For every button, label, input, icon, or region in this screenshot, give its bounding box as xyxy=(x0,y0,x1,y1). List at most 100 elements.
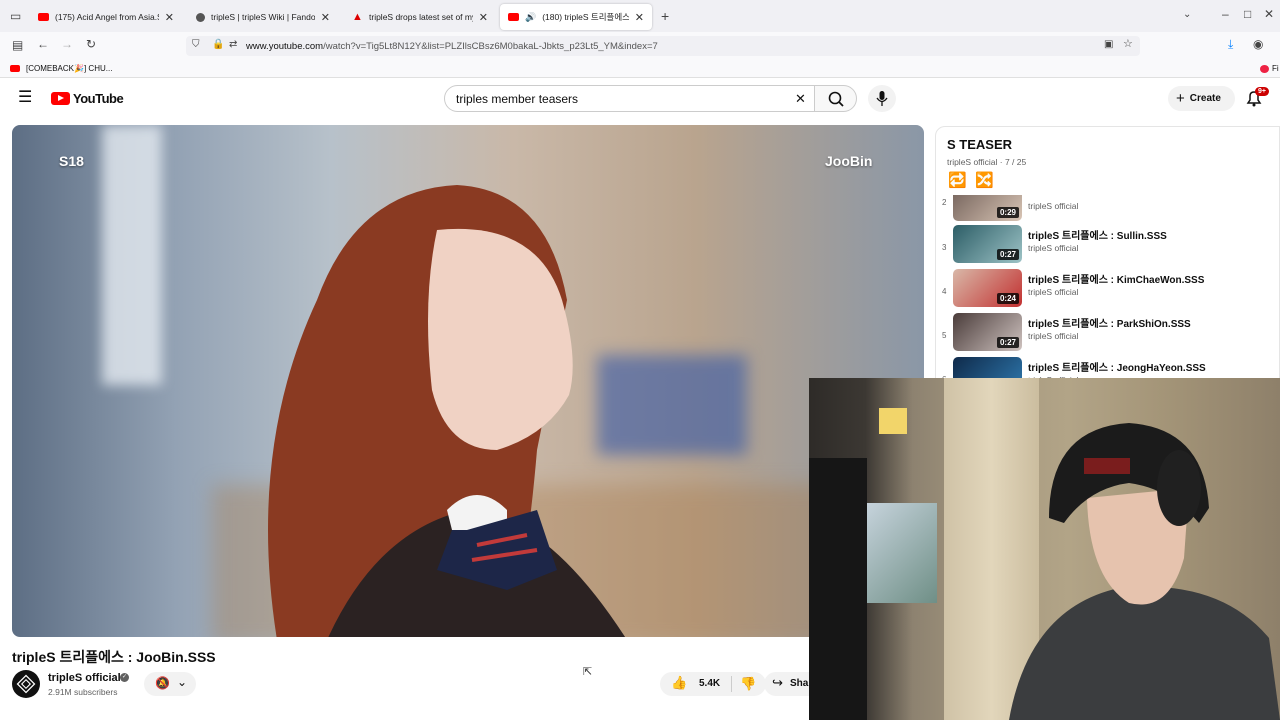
tab-title: (180) tripleS 트리플에스 : Jo xyxy=(542,12,629,22)
playlist-item-channel: tripleS official xyxy=(1028,243,1079,253)
fandom-favicon-icon xyxy=(196,12,205,22)
maximize-icon[interactable]: □ xyxy=(1244,8,1251,20)
playlist-item-channel: tripleS official xyxy=(1028,201,1079,211)
clear-search-icon[interactable]: ✕ xyxy=(795,92,806,105)
playlist-item-channel: tripleS official xyxy=(1028,331,1079,341)
divider xyxy=(731,676,732,692)
shield-icon[interactable]: ⛉ xyxy=(192,40,200,50)
playlist-item-index: 5 xyxy=(942,331,947,340)
playlist-item-thumbnail: 0:24 xyxy=(953,269,1022,307)
create-button[interactable]: + Create xyxy=(1168,86,1235,111)
playlist-panel: S TEASER tripleS official · 7 / 25 🔁 🔀 2… xyxy=(935,126,1280,386)
bookmark-star-icon[interactable]: ☆ xyxy=(1123,39,1133,50)
search-input[interactable]: triples member teasers ✕ xyxy=(444,85,815,112)
tab-title: tripleS drops latest set of myste xyxy=(369,12,473,22)
bookmarks-bar: [COMEBACK🎉] CHU... Fi xyxy=(0,60,1280,78)
video-player[interactable]: S18 JooBin xyxy=(12,125,924,637)
youtube-logo[interactable]: YouTube xyxy=(51,90,124,106)
back-icon[interactable]: ← xyxy=(37,38,49,50)
search-button[interactable] xyxy=(814,85,857,112)
channel-row: tripleS official ✓ 2.91M subscribers 🔕 ⌄… xyxy=(12,670,824,700)
search-input-value: triples member teasers xyxy=(456,91,579,106)
playlist-item-thumbnail: 0:29 xyxy=(953,195,1022,221)
share-icon: ↪ xyxy=(772,675,783,690)
bookmark-favicon-icon xyxy=(1260,65,1269,73)
duration-badge: 0:24 xyxy=(996,293,1019,304)
speaker-icon[interactable]: 🔊 xyxy=(525,12,536,23)
tab-overview-icon[interactable]: ▭ xyxy=(10,10,21,22)
video-title: tripleS 트리플에스 : JooBin.SSS xyxy=(12,649,216,665)
verified-icon: ✓ xyxy=(120,673,129,682)
playlist-item-channel: tripleS official xyxy=(1028,287,1079,297)
url-host: www.youtube.com xyxy=(246,40,324,52)
background-light xyxy=(102,125,162,385)
tab-close-icon[interactable]: ✕ xyxy=(321,11,330,24)
chevron-down-icon[interactable]: ⌄ xyxy=(1183,10,1191,20)
tab-close-icon[interactable]: ✕ xyxy=(479,11,488,24)
youtube-logo-text: YouTube xyxy=(73,90,124,106)
shuffle-icon[interactable]: 🔀 xyxy=(975,173,994,188)
sidebar-icon[interactable]: ▤ xyxy=(12,39,23,51)
playlist-item-title: tripleS 트리플에스 : JeongHaYeon.SSS xyxy=(1028,363,1206,374)
loop-icon[interactable]: 🔁 xyxy=(948,173,967,188)
mouse-cursor-icon: ⇱ xyxy=(583,666,593,678)
lock-icon[interactable]: 🔒 xyxy=(212,40,224,50)
browser-tab-2[interactable]: tripleS | tripleS Wiki | Fandom ✕ xyxy=(188,4,338,30)
voice-search-button[interactable] xyxy=(868,85,896,112)
sticky-note xyxy=(879,408,907,434)
playlist-item[interactable]: 4 0:24 tripleS 트리플에스 : KimChaeWon.SSS tr… xyxy=(936,269,1279,311)
plus-icon: + xyxy=(1176,90,1185,107)
duration-badge: 0:27 xyxy=(996,337,1019,348)
reader-view-icon[interactable]: ▣ xyxy=(1104,40,1113,50)
url-bar[interactable]: ⛉ 🔒 ⇄ www.youtube.com /watch?v=Tig5Lt8N1… xyxy=(186,36,1140,56)
notifications-button[interactable]: 9+ xyxy=(1244,87,1269,113)
dislike-icon[interactable]: 👎 xyxy=(740,677,756,690)
account-icon[interactable]: ◉ xyxy=(1253,38,1263,50)
new-tab-icon[interactable]: + xyxy=(661,9,669,23)
youtube-favicon-icon xyxy=(38,13,49,21)
playlist-item-thumbnail: 0:27 xyxy=(953,225,1022,263)
menu-icon[interactable]: ☰ xyxy=(18,90,32,106)
duration-badge: 0:27 xyxy=(996,249,1019,260)
tab-close-icon[interactable]: ✕ xyxy=(635,11,644,24)
channel-name[interactable]: tripleS official xyxy=(48,672,121,684)
playlist-item[interactable]: 2 0:29 tripleS official xyxy=(936,195,1279,221)
bookmark-item[interactable]: [COMEBACK🎉] CHU... xyxy=(26,64,112,73)
like-count[interactable]: 5.4K xyxy=(699,678,720,689)
subscribed-notifications-button[interactable]: 🔕 ⌄ xyxy=(144,672,196,696)
like-icon[interactable]: 👍 xyxy=(671,676,687,689)
notification-badge: 9+ xyxy=(1255,87,1269,96)
download-icon[interactable]: ⤓ xyxy=(1228,38,1233,50)
permissions-icon[interactable]: ⇄ xyxy=(229,40,237,50)
playlist-item-index: 4 xyxy=(942,287,947,296)
playlist-item[interactable]: 5 0:27 tripleS 트리플에스 : ParkShiOn.SSS tri… xyxy=(936,313,1279,355)
playlist-item[interactable]: 3 0:27 tripleS 트리플에스 : Sullin.SSS triple… xyxy=(936,225,1279,267)
tab-close-icon[interactable]: ✕ xyxy=(165,11,174,24)
channel-avatar[interactable] xyxy=(12,670,40,698)
browser-tab-4-active[interactable]: 🔊 (180) tripleS 트리플에스 : Jo ✕ xyxy=(500,4,652,30)
like-dislike-buttons: 👍 5.4K 👎 xyxy=(660,672,766,696)
monitor-in-room xyxy=(809,458,867,720)
microphone-icon xyxy=(876,91,888,106)
browser-tab-1[interactable]: (175) Acid Angel from Asia.SSS ✕ xyxy=(30,4,182,30)
playlist-item-thumbnail: 0:27 xyxy=(953,313,1022,351)
youtube-favicon-icon xyxy=(508,13,519,21)
playlist-item-index: 2 xyxy=(942,198,947,207)
youtube-logo-icon xyxy=(51,91,70,105)
create-label: Create xyxy=(1189,93,1221,104)
webcam-overlay xyxy=(809,378,1280,720)
poster-on-wall xyxy=(867,503,937,603)
playlist-item-index: 3 xyxy=(942,243,947,252)
tab-title: tripleS | tripleS Wiki | Fandom xyxy=(211,12,315,22)
bookmark-item-right[interactable]: Fi xyxy=(1272,64,1279,73)
forward-icon[interactable]: → xyxy=(61,38,73,50)
close-window-icon[interactable]: ✕ xyxy=(1264,8,1274,20)
browser-tab-3[interactable]: ▲ tripleS drops latest set of myste ✕ xyxy=(344,4,496,30)
reload-icon[interactable]: ↻ xyxy=(86,38,96,50)
playlist-title[interactable]: S TEASER xyxy=(947,137,1012,152)
video-overlay-label-left: S18 xyxy=(59,153,84,169)
tab-title: (175) Acid Angel from Asia.SSS xyxy=(55,12,159,22)
url-path: /watch?v=Tig5Lt8N12Y&list=PLZIlsCBsz6M0b… xyxy=(323,40,658,52)
duration-badge: 0:29 xyxy=(996,207,1019,218)
minimize-icon[interactable]: – xyxy=(1222,8,1229,20)
